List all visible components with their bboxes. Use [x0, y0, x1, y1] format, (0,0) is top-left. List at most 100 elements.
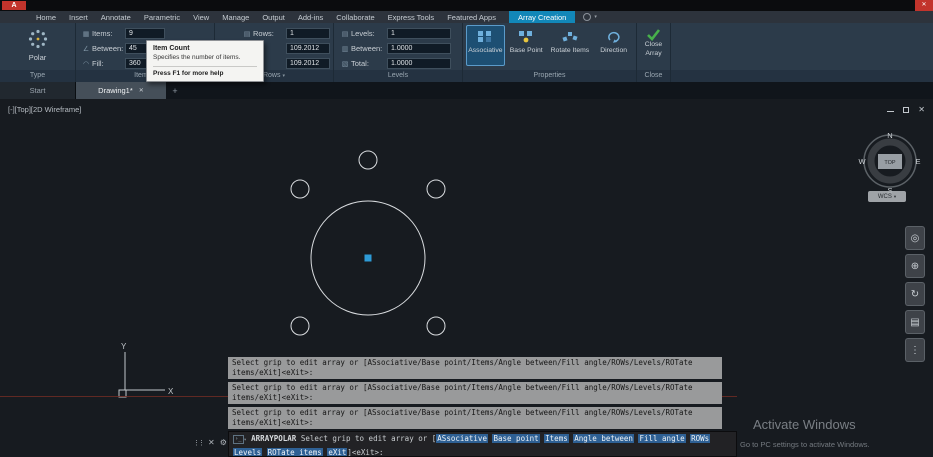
command-keyword[interactable]: Fill angle: [638, 434, 686, 443]
menu-tab-addins[interactable]: Add-ins: [298, 11, 323, 23]
orbit-icon[interactable]: ↻: [905, 282, 925, 306]
menu-tab-view[interactable]: View: [193, 11, 209, 23]
command-name: ARRAYPOLAR: [251, 434, 297, 443]
levels-between-field[interactable]: 1.0000: [387, 43, 451, 54]
autocad-logo-icon[interactable]: A: [2, 1, 26, 10]
menu-tab-parametric[interactable]: Parametric: [144, 11, 180, 23]
menu-tab-manage[interactable]: Manage: [222, 11, 249, 23]
menu-tab-insert[interactable]: Insert: [69, 11, 88, 23]
command-badge-icon[interactable]: ›_: [233, 435, 244, 444]
command-line[interactable]: ›_ ▾ ARRAYPOLAR Select grip to edit array…: [228, 431, 737, 457]
command-keyword[interactable]: Levels: [233, 447, 263, 456]
minimize-icon[interactable]: [887, 108, 895, 112]
array-center-grip[interactable]: [364, 254, 372, 262]
menu-tab-featured-apps[interactable]: Featured Apps: [447, 11, 496, 23]
row-count-icon: ▤: [243, 30, 251, 38]
command-customize-icon[interactable]: ⚙: [220, 438, 227, 447]
drawing-window-controls: ✕: [887, 105, 925, 114]
panel-footer-type[interactable]: Type: [0, 70, 75, 82]
levels-total-field[interactable]: 1.0000: [387, 58, 451, 69]
menu-tab-collaborate[interactable]: Collaborate: [336, 11, 374, 23]
tooltip-help-hint: Press F1 for more help: [153, 70, 224, 77]
polar-array-button[interactable]: Polar: [27, 28, 49, 62]
tab-start[interactable]: Start: [0, 82, 76, 99]
close-icon[interactable]: ✕: [918, 105, 925, 114]
command-keyword[interactable]: Angle between: [573, 434, 634, 443]
panel-footer-properties[interactable]: Properties: [463, 70, 636, 82]
command-keyword[interactable]: ASsociative: [436, 434, 488, 443]
fill-label: Fill:: [92, 59, 104, 68]
rotate-items-button[interactable]: Rotate Items: [548, 25, 593, 66]
view-compass[interactable]: N W E S TOP: [854, 125, 926, 197]
restore-icon[interactable]: [903, 106, 910, 113]
panel-filler: [671, 23, 933, 82]
menu-tab-home[interactable]: Home: [36, 11, 56, 23]
fill-angle-icon: ◠: [82, 60, 90, 68]
menu-tab-array-creation[interactable]: Array Creation: [508, 11, 576, 23]
drag-handle-icon[interactable]: ⋮⋮: [193, 439, 205, 447]
panel-close: Close Array Close: [637, 23, 671, 82]
level-total-icon: ▧: [341, 60, 349, 68]
tab-drawing1[interactable]: Drawing1* ✕: [76, 82, 166, 99]
pan-icon[interactable]: ⊕: [905, 254, 925, 278]
levels-count-field[interactable]: 1: [387, 28, 451, 39]
activate-windows-watermark: Activate Windows: [753, 417, 856, 432]
command-options-caret-icon[interactable]: ▾: [244, 437, 247, 443]
compass-west[interactable]: W: [858, 157, 866, 166]
compass-east[interactable]: E: [915, 157, 920, 166]
command-keyword[interactable]: eXit: [327, 447, 348, 456]
new-drawing-button[interactable]: +: [166, 82, 184, 99]
menu-tab-annotate[interactable]: Annotate: [101, 11, 131, 23]
menu-tab-express-tools[interactable]: Express Tools: [388, 11, 435, 23]
command-history-entry: Select grip to edit array or [ASsociativ…: [228, 407, 722, 429]
zoom-extents-icon[interactable]: ▤: [905, 310, 925, 334]
command-history-entry: Select grip to edit array or [ASsociativ…: [228, 357, 722, 379]
array-circle[interactable]: [426, 316, 446, 336]
level-count-icon: ▤: [341, 30, 349, 38]
svg-text:X: X: [168, 387, 174, 396]
command-keyword[interactable]: Items: [544, 434, 569, 443]
array-circle[interactable]: [290, 316, 310, 336]
app-close-button[interactable]: ✕: [915, 0, 933, 11]
model-space[interactable]: [-][Top][2D Wireframe] ✕ N W E S TOP WCS…: [0, 99, 933, 457]
tooltip-body: Specifies the number of items.: [153, 54, 241, 61]
ucs-icon: Y X: [118, 342, 174, 398]
panel-type: Polar Type: [0, 23, 76, 82]
navbar-more-icon[interactable]: ⋮: [905, 338, 925, 362]
command-keyword[interactable]: Base point: [492, 434, 540, 443]
item-count-icon: ▦: [82, 30, 90, 38]
wcs-button[interactable]: WCS ▾: [868, 191, 906, 202]
command-keyword[interactable]: ROWs: [690, 434, 711, 443]
command-prompt-tail: ]<eXit>:: [347, 447, 384, 457]
panel-footer-levels[interactable]: Levels: [334, 70, 462, 82]
command-close-icon[interactable]: ✕: [208, 438, 215, 447]
direction-button[interactable]: Direction: [594, 25, 633, 66]
associative-icon: [478, 31, 492, 42]
close-array-button[interactable]: Close Array: [645, 28, 662, 58]
navigation-wheel-icon[interactable]: ◎: [905, 226, 925, 250]
direction-icon: [607, 31, 620, 43]
panel-footer-close[interactable]: Close: [637, 70, 670, 82]
menu-tab-output[interactable]: Output: [262, 11, 285, 23]
array-circle[interactable]: [358, 150, 378, 170]
ribbon-display-toggle[interactable]: ▾: [583, 11, 597, 23]
panel-expand-icon: ▾: [282, 73, 286, 79]
compass-north[interactable]: N: [887, 131, 892, 140]
associative-button[interactable]: Associative: [466, 25, 505, 66]
levels-between-label: Between:: [351, 44, 383, 53]
rows-between-field[interactable]: 109.2012: [286, 43, 330, 54]
file-tab-bar: Start Drawing1* ✕ +: [0, 82, 933, 99]
tab-close-icon[interactable]: ✕: [139, 87, 144, 94]
levels-label: Levels:: [351, 29, 375, 38]
rows-total-field[interactable]: 109.2012: [286, 58, 330, 69]
checkmark-icon: [647, 29, 661, 41]
tooltip-title: Item Count: [153, 45, 190, 52]
items-count-field[interactable]: 9: [125, 28, 165, 39]
rows-count-field[interactable]: 1: [286, 28, 330, 39]
viewport-controls[interactable]: [-][Top][2D Wireframe]: [8, 105, 81, 114]
base-point-button[interactable]: Base Point: [507, 25, 546, 66]
array-circle[interactable]: [426, 179, 446, 199]
command-keyword[interactable]: ROTate items: [266, 447, 323, 456]
tooltip-divider: [153, 66, 257, 67]
array-circle[interactable]: [290, 179, 310, 199]
